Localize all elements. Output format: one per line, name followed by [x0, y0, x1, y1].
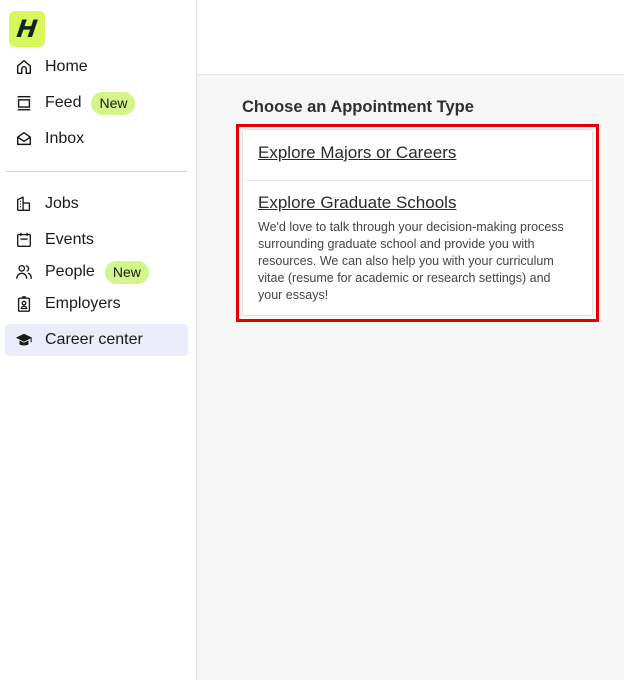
sidebar-item-label: Career center — [45, 331, 143, 348]
sidebar-item-label: Employers — [45, 295, 121, 312]
sidebar-item-inbox[interactable]: Inbox — [5, 123, 188, 155]
appointment-type-list: Explore Majors or Careers Explore Gradua… — [242, 129, 593, 316]
inbox-icon — [14, 129, 34, 149]
new-badge: New — [91, 91, 136, 115]
section-title: Choose an Appointment Type — [242, 98, 474, 116]
sidebar-item-home[interactable]: Home — [5, 51, 188, 83]
sidebar-item-career-center[interactable]: Career center — [5, 324, 188, 356]
explore-majors-link[interactable]: Explore Majors or Careers — [258, 143, 456, 163]
sidebar-item-jobs[interactable]: Jobs — [5, 188, 188, 220]
sidebar-item-label: Jobs — [45, 195, 79, 212]
sidebar-item-events[interactable]: Events — [5, 224, 188, 256]
calendar-icon — [14, 230, 34, 250]
sidebar-item-label: Inbox — [45, 130, 85, 147]
appointment-type-item: Explore Graduate Schools We'd love to ta… — [243, 181, 592, 304]
top-bar — [198, 0, 624, 75]
sidebar-item-label: Home — [45, 58, 88, 75]
jobs-icon — [14, 194, 34, 214]
sidebar-item-label: Events — [45, 231, 94, 248]
employers-badge-icon — [14, 294, 34, 314]
graduation-cap-icon — [14, 330, 34, 350]
appointment-type-description: We'd love to talk through your decision-… — [258, 220, 564, 302]
sidebar: H Home Feed New Inbox Jobs Events People… — [0, 0, 197, 680]
sidebar-item-label: Feed — [45, 94, 82, 111]
sidebar-item-label: People — [45, 263, 95, 280]
sidebar-item-employers[interactable]: Employers — [5, 288, 188, 320]
appointment-type-item: Explore Majors or Careers — [243, 130, 592, 181]
sidebar-item-people[interactable]: People New — [5, 256, 188, 288]
logo-letter: H — [15, 15, 39, 43]
feed-icon — [14, 93, 34, 113]
handshake-logo[interactable]: H — [9, 11, 45, 47]
explore-graduate-schools-link[interactable]: Explore Graduate Schools — [258, 193, 456, 213]
sidebar-divider — [6, 171, 187, 172]
home-icon — [14, 57, 34, 77]
people-icon — [14, 262, 34, 282]
sidebar-item-feed[interactable]: Feed New — [5, 87, 188, 119]
new-badge: New — [104, 260, 149, 284]
